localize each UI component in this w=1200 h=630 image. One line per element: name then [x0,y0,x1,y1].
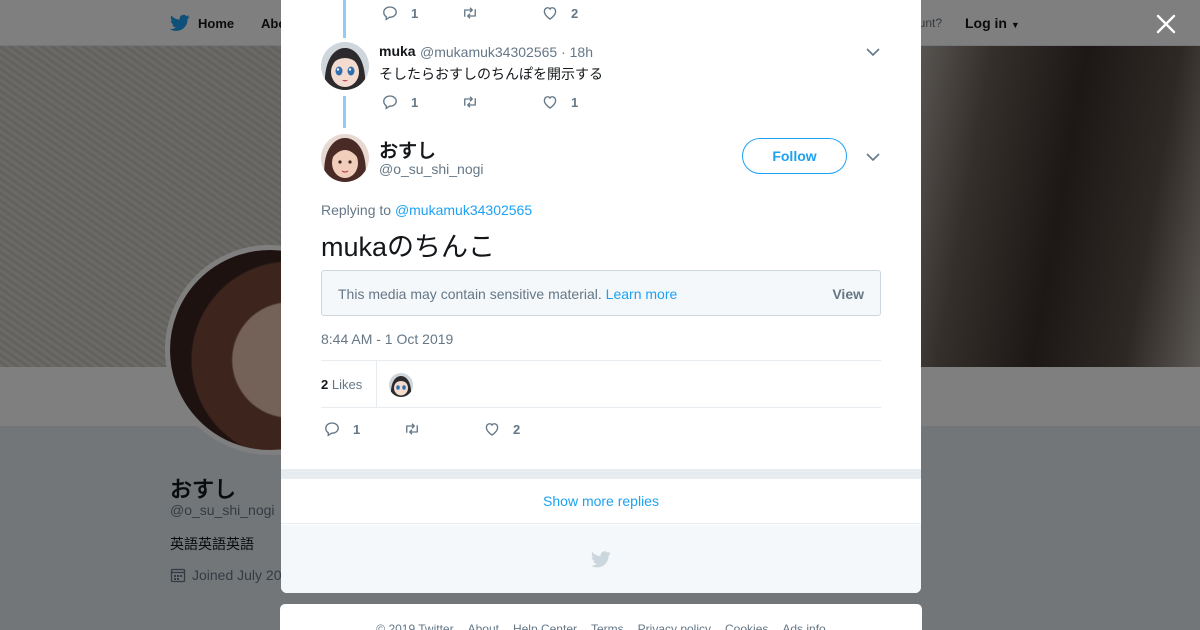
replying-label: Replying to [321,202,392,218]
footer-link-privacy[interactable]: Privacy policy [638,622,711,630]
chevron-down-icon[interactable] [865,44,881,60]
tweet-actions: 1 2 [323,420,563,438]
author-meta: @mukamuk34302565 · 18h [420,44,593,60]
reply-icon [325,422,339,437]
likes-stats: 2 Likes [321,360,881,408]
retweet-action[interactable] [461,93,541,111]
tweet-actions: 1 1 [381,93,621,111]
footer-link-cookies[interactable]: Cookies [725,622,768,630]
like-action[interactable]: 2 [483,420,563,438]
likes-count-link[interactable]: 2 Likes [321,377,362,392]
sensitive-message: This media may contain sensitive materia… [338,286,677,302]
retweet-icon [406,423,418,435]
section-divider [281,469,921,479]
photo-avatar-icon [321,134,369,182]
like-action[interactable]: 1 [541,93,621,111]
author-name[interactable]: muka [379,43,416,59]
avatar[interactable] [321,42,369,90]
likes-number: 2 [321,377,329,392]
footer-link-help-center[interactable]: Help Center [513,622,577,630]
reply-count: 1 [353,421,361,437]
footer-link-terms[interactable]: Terms [591,622,624,630]
heart-icon [485,423,499,436]
tweet-text: そしたらおすしのちんぽを開示する [379,66,603,82]
reply-tweet: muka @mukamuk34302565 · 18h そしたらおすしのちんぽを… [321,42,881,122]
replying-to: Replying to @mukamuk34302565 [321,202,532,218]
author-name[interactable]: おすし [379,136,436,163]
show-more-replies-button[interactable]: Show more replies [281,479,921,524]
reply-count: 1 [411,94,419,110]
like-action[interactable]: 2 [541,4,621,22]
like-count: 1 [571,94,579,110]
learn-more-link[interactable]: Learn more [606,286,678,302]
reply-count: 1 [411,5,419,21]
reply-icon [383,6,397,21]
footer-link-about[interactable]: About [468,622,499,630]
tweet-modal: 1 2 muka @mukamuk34302565 · 18h そしたらおすしの… [281,0,921,593]
author-handle[interactable]: @o_su_shi_nogi [379,161,484,177]
avatar[interactable] [321,134,369,182]
sensitive-text: This media may contain sensitive materia… [338,286,602,302]
thread-line [343,0,346,38]
reply-action[interactable]: 1 [381,4,461,22]
modal-footer [281,525,921,593]
reply-action[interactable]: 1 [381,93,461,111]
heart-icon [543,7,557,20]
tweet-actions: 1 2 [381,4,621,22]
author-handle[interactable]: @mukamuk34302565 [420,44,557,60]
tweet-text: mukaのちんこ [321,232,496,262]
like-count: 2 [571,5,579,21]
likes-label: Likes [331,377,363,392]
close-icon [1156,14,1176,34]
anime-avatar-icon [389,373,413,397]
sensitive-media-notice: This media may contain sensitive materia… [321,270,881,316]
replying-handle-link[interactable]: @mukamuk34302565 [395,202,532,218]
follow-button[interactable]: Follow [742,138,847,174]
meta-separator: · [561,44,570,60]
footer-link-ads-info[interactable]: Ads info [782,622,825,630]
like-count: 2 [513,421,521,437]
tweet-timestamp[interactable]: 8:44 AM - 1 Oct 2019 [321,331,453,347]
retweet-action[interactable] [403,420,483,438]
close-modal-button[interactable] [1152,10,1180,38]
page-footer: © 2019 Twitter About Help Center Terms P… [280,604,922,630]
retweet-icon [464,96,476,108]
view-media-button[interactable]: View [832,286,864,302]
heart-icon [543,96,557,109]
liker-avatar[interactable] [389,373,413,397]
tweet-time[interactable]: 18h [570,44,593,60]
retweet-action[interactable] [461,4,541,22]
twitter-bird-icon [591,550,611,567]
anime-avatar-icon [321,42,369,90]
reply-action[interactable]: 1 [323,420,403,438]
divider [376,361,377,408]
retweet-icon [464,7,476,19]
reply-icon [383,95,397,110]
footer-copyright: © 2019 Twitter [376,622,454,630]
chevron-down-icon[interactable] [865,149,881,165]
